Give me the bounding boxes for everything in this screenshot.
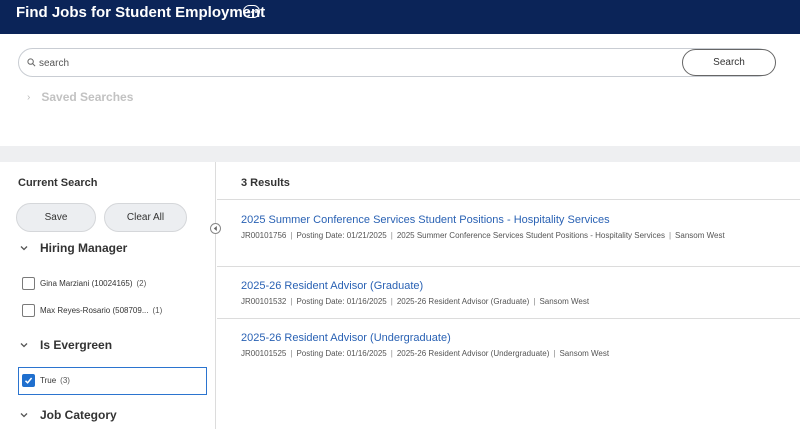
job-title-link[interactable]: 2025-26 Resident Advisor (Graduate) (241, 280, 791, 293)
more-actions-icon[interactable] (243, 5, 260, 18)
current-search-heading: Current Search (18, 177, 98, 189)
filter-sidebar: Current Search Save Clear All Hiring Man… (0, 162, 216, 429)
job-result: 2025-26 Resident Advisor (Undergraduate)… (241, 332, 791, 360)
job-title-link[interactable]: 2025-26 Resident Advisor (Undergraduate) (241, 332, 791, 345)
posting-date: Posting Date: 01/16/2025 (296, 297, 387, 306)
chevron-down-icon (20, 246, 28, 251)
job-position: 2025-26 Resident Advisor (Graduate) (396, 297, 530, 306)
option-count: (3) (60, 376, 70, 385)
check-icon (24, 377, 33, 384)
job-result: 2025 Summer Conference Services Student … (241, 214, 791, 242)
option-count: (2) (136, 279, 147, 288)
results-panel: 3 Results 2025 Summer Conference Service… (217, 162, 800, 429)
option-label: Max Reyes-Rosario (508709... (40, 306, 149, 315)
job-title-link[interactable]: 2025 Summer Conference Services Student … (241, 214, 791, 227)
clear-all-button[interactable]: Clear All (104, 203, 187, 232)
facet-label: Is Evergreen (40, 338, 113, 352)
checkbox[interactable] (22, 277, 35, 290)
job-location: Sansom West (539, 297, 590, 306)
page-title: Find Jobs for Student Employment (16, 4, 266, 21)
results-count: 3 Results (241, 177, 290, 189)
chevron-down-icon (20, 413, 28, 418)
facet-option[interactable]: Gina Marziani (10024165) (2) (22, 277, 146, 290)
save-search-button[interactable]: Save (16, 203, 96, 232)
option-label: Gina Marziani (10024165) (40, 279, 133, 288)
search-input[interactable] (39, 53, 639, 73)
saved-searches-label: Saved Searches (41, 90, 134, 104)
divider (217, 199, 800, 200)
saved-searches-toggle[interactable]: › Saved Searches (27, 90, 133, 104)
page-header: Find Jobs for Student Employment (0, 0, 800, 34)
section-divider (0, 146, 800, 162)
job-position: 2025-26 Resident Advisor (Undergraduate) (396, 349, 550, 358)
facet-label: Hiring Manager (40, 241, 128, 255)
checkbox-checked[interactable] (22, 374, 35, 387)
checkbox[interactable] (22, 304, 35, 317)
search-box (18, 48, 772, 77)
job-result: 2025-26 Resident Advisor (Graduate) JR00… (241, 280, 791, 308)
facet-is-evergreen[interactable]: Is Evergreen (20, 338, 112, 352)
facet-label: Job Category (40, 408, 117, 422)
job-meta: JR00101532 | Posting Date: 01/16/2025 | 2025… (241, 297, 590, 306)
posting-date: Posting Date: 01/21/2025 (296, 231, 387, 240)
option-label: True (40, 376, 57, 385)
job-location: Sansom West (559, 349, 610, 358)
job-position: 2025 Summer Conference Services Student … (396, 231, 665, 240)
option-count: (1) (152, 306, 163, 315)
divider (217, 318, 800, 319)
job-location: Sansom West (675, 231, 725, 240)
facet-option[interactable]: True (3) (22, 374, 70, 387)
facet-option[interactable]: Max Reyes-Rosario (508709... (1) (22, 304, 162, 317)
chevron-down-icon (20, 343, 28, 348)
chevron-right-icon: › (27, 91, 31, 103)
job-id: JR00101525 (241, 349, 287, 358)
job-meta: JR00101756 | Posting Date: 01/21/2025 | 2025… (241, 231, 725, 240)
facet-job-category[interactable]: Job Category (20, 408, 117, 422)
divider (217, 266, 800, 267)
job-id: JR00101756 (241, 231, 287, 240)
search-button[interactable]: Search (682, 49, 776, 76)
facet-hiring-manager[interactable]: Hiring Manager (20, 241, 127, 255)
job-id: JR00101532 (241, 297, 287, 306)
job-meta: JR00101525 | Posting Date: 01/16/2025 | 2025… (241, 349, 610, 358)
search-icon (27, 58, 36, 67)
posting-date: Posting Date: 01/16/2025 (296, 349, 387, 358)
